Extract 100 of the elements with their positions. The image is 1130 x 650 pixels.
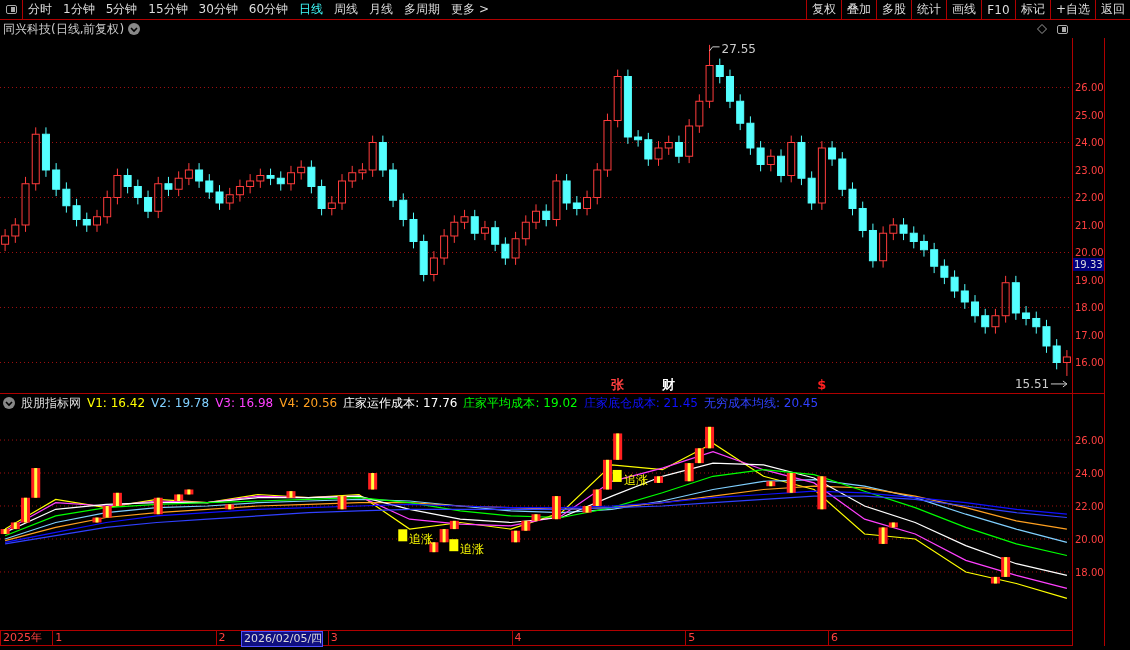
- candlestick: [31, 126, 40, 192]
- price-label: 16.00: [1075, 357, 1104, 369]
- toolbar-button[interactable]: 统计: [910, 0, 946, 19]
- date-label: 2025年: [0, 631, 42, 645]
- toolbar-button[interactable]: 标记: [1014, 0, 1050, 19]
- indicator-value: V4: 20.56: [279, 396, 338, 410]
- candlestick: [491, 220, 500, 252]
- candlestick: [971, 294, 979, 324]
- candlestick: [378, 135, 387, 178]
- signal-candle: [31, 468, 41, 498]
- signal-candle: [225, 504, 235, 510]
- indicator-value: 庄家平均成本: 19.02: [463, 394, 578, 412]
- candlestick: [930, 242, 939, 274]
- period-tab[interactable]: 15分钟: [143, 0, 194, 19]
- candlestick: [919, 234, 928, 258]
- toolbar-button[interactable]: 叠加: [840, 0, 876, 19]
- period-tab[interactable]: 分时: [23, 0, 58, 19]
- period-tab[interactable]: 月线: [364, 0, 400, 19]
- candlestick: [338, 173, 346, 211]
- candlestick: [858, 201, 867, 238]
- event-marker[interactable]: 财: [662, 377, 676, 392]
- candlestick: [195, 162, 204, 189]
- toolbar-button[interactable]: 多股: [875, 0, 911, 19]
- indicator-value: 庄家运作成本: 17.76: [343, 394, 458, 412]
- price-label: 21.00: [1075, 220, 1104, 231]
- price-label: 20.00: [1075, 247, 1104, 259]
- candlestick: [685, 118, 694, 164]
- candlestick: [399, 192, 408, 227]
- candlestick: [225, 187, 234, 211]
- candlestick: [348, 165, 357, 189]
- period-tab[interactable]: 60分钟: [243, 0, 295, 19]
- price-label: 26.00: [1075, 82, 1104, 94]
- candlestick: [777, 148, 786, 183]
- candlestick: [532, 203, 540, 230]
- indicator-value: V2: 19.78: [151, 396, 210, 410]
- candlestick: [1, 228, 10, 252]
- candlestick: [746, 115, 755, 156]
- toolbar-button[interactable]: 返回: [1095, 0, 1130, 19]
- toolbar-button[interactable]: F10: [980, 0, 1015, 19]
- signal-candle: [286, 491, 296, 498]
- toolbar-button[interactable]: 画线: [945, 0, 981, 19]
- candlestick: [797, 135, 806, 186]
- high-price-label: 27.55: [709, 41, 756, 56]
- signal-candle: [337, 496, 347, 510]
- event-marker[interactable]: 张: [611, 377, 625, 392]
- candlestick: [276, 170, 285, 192]
- candlestick: [256, 168, 265, 189]
- price-label: 24.00: [1075, 137, 1104, 149]
- signal-candle: [368, 473, 378, 490]
- period-tab[interactable]: 5分钟: [100, 0, 144, 19]
- candlestick: [266, 168, 275, 186]
- period-tab[interactable]: 周线: [329, 0, 365, 19]
- price-label: 22.00: [1075, 501, 1104, 512]
- period-tab[interactable]: 多周期: [399, 0, 447, 19]
- candlestick: [52, 162, 61, 197]
- dropdown-icon[interactable]: [3, 397, 15, 409]
- candlestick: [205, 173, 214, 200]
- candlestick: [664, 135, 673, 156]
- toolbar-button[interactable]: +自选: [1049, 0, 1095, 19]
- signal-candle: [449, 520, 459, 530]
- signal-candle: [613, 433, 623, 460]
- candlestick: [184, 162, 193, 186]
- date-label: 2026/02/05/四: [241, 631, 324, 647]
- chase-signal: 追涨: [612, 469, 648, 487]
- price-label: 17.00: [1075, 330, 1104, 341]
- candlestick: [613, 69, 622, 128]
- signal-candle: [439, 529, 449, 543]
- low-price-label: 15.51: [1014, 376, 1068, 391]
- candlestick: [82, 212, 91, 233]
- panel-toggle-icon[interactable]: [1057, 24, 1068, 34]
- event-marker[interactable]: $: [817, 377, 827, 392]
- panel-toggle-icon[interactable]: [5, 5, 17, 14]
- signal-candle: [511, 530, 521, 543]
- candlestick: [246, 173, 255, 194]
- candlestick: [521, 214, 530, 247]
- candlestick: [981, 308, 990, 335]
- candlestick: [1011, 275, 1020, 321]
- candlestick: [450, 214, 459, 244]
- date-label: 2: [215, 631, 226, 645]
- candlestick: [960, 283, 969, 310]
- price-label: 25.00: [1075, 110, 1104, 121]
- period-tab[interactable]: 日线: [294, 0, 330, 19]
- period-tab[interactable]: 更多 >: [446, 0, 495, 19]
- toolbar-button[interactable]: 复权: [805, 0, 841, 19]
- candlestick: [409, 212, 418, 249]
- candlestick: [848, 181, 857, 216]
- candlestick: [511, 231, 520, 266]
- candlestick: [123, 168, 132, 194]
- candlestick: [93, 209, 101, 233]
- candlestick: [1022, 305, 1031, 326]
- indicator-value: V1: 16.42: [87, 396, 146, 410]
- indicator-name: 股朋指标网: [21, 394, 81, 412]
- period-tab[interactable]: 1分钟: [58, 0, 101, 19]
- candlestick: [726, 69, 734, 109]
- candlestick: [41, 126, 50, 178]
- price-label: 18.00: [1075, 302, 1104, 314]
- signal-candle: [551, 496, 561, 520]
- dropdown-icon[interactable]: [128, 23, 141, 35]
- period-tab[interactable]: 30分钟: [193, 0, 244, 19]
- signal-candle: [684, 463, 694, 482]
